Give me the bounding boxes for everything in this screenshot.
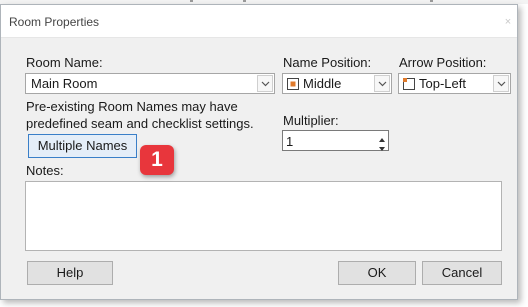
multiplier-stepper[interactable]: 1 xyxy=(282,130,389,151)
top-left-position-icon xyxy=(403,78,415,93)
help-button[interactable]: Help xyxy=(27,261,113,285)
chevron-down-icon[interactable] xyxy=(257,75,273,92)
close-button[interactable]: × xyxy=(501,15,515,29)
room-name-combobox[interactable]: Main Room xyxy=(25,73,275,94)
chevron-down-icon[interactable] xyxy=(493,75,509,92)
middle-position-icon xyxy=(287,78,299,93)
spin-up-icon[interactable] xyxy=(377,132,387,142)
room-name-label: Room Name: xyxy=(26,55,103,70)
annotation-badge: 1 xyxy=(140,145,174,175)
ok-button[interactable]: OK xyxy=(338,261,416,285)
title-bar: Room Properties × xyxy=(1,5,517,38)
background-mark xyxy=(190,0,193,2)
notes-textarea[interactable] xyxy=(25,181,502,251)
arrow-position-label: Arrow Position: xyxy=(399,55,487,70)
notes-label: Notes: xyxy=(26,163,64,178)
name-position-combobox[interactable]: Middle xyxy=(282,73,392,94)
multiplier-value: 1 xyxy=(286,134,294,149)
arrow-position-value: Top-Left xyxy=(419,76,466,91)
info-text-line1: Pre-existing Room Names may have xyxy=(26,99,238,114)
room-properties-dialog: Room Properties × Room Name: Main Room N… xyxy=(0,4,518,300)
dialog-title: Room Properties xyxy=(9,15,100,29)
multiple-names-button[interactable]: Multiple Names xyxy=(28,134,137,158)
arrow-position-combobox[interactable]: Top-Left xyxy=(398,73,511,94)
name-position-value: Middle xyxy=(303,76,342,91)
spin-down-icon[interactable] xyxy=(377,141,387,151)
room-name-value: Main Room xyxy=(31,76,98,91)
cancel-button[interactable]: Cancel xyxy=(422,261,502,285)
name-position-label: Name Position: xyxy=(283,55,372,70)
info-text-line2: predefined seam and checklist settings. xyxy=(26,116,254,131)
background-mark xyxy=(243,0,246,2)
background-mark xyxy=(430,0,433,2)
chevron-down-icon[interactable] xyxy=(374,75,390,92)
multiplier-label: Multiplier: xyxy=(283,113,339,128)
